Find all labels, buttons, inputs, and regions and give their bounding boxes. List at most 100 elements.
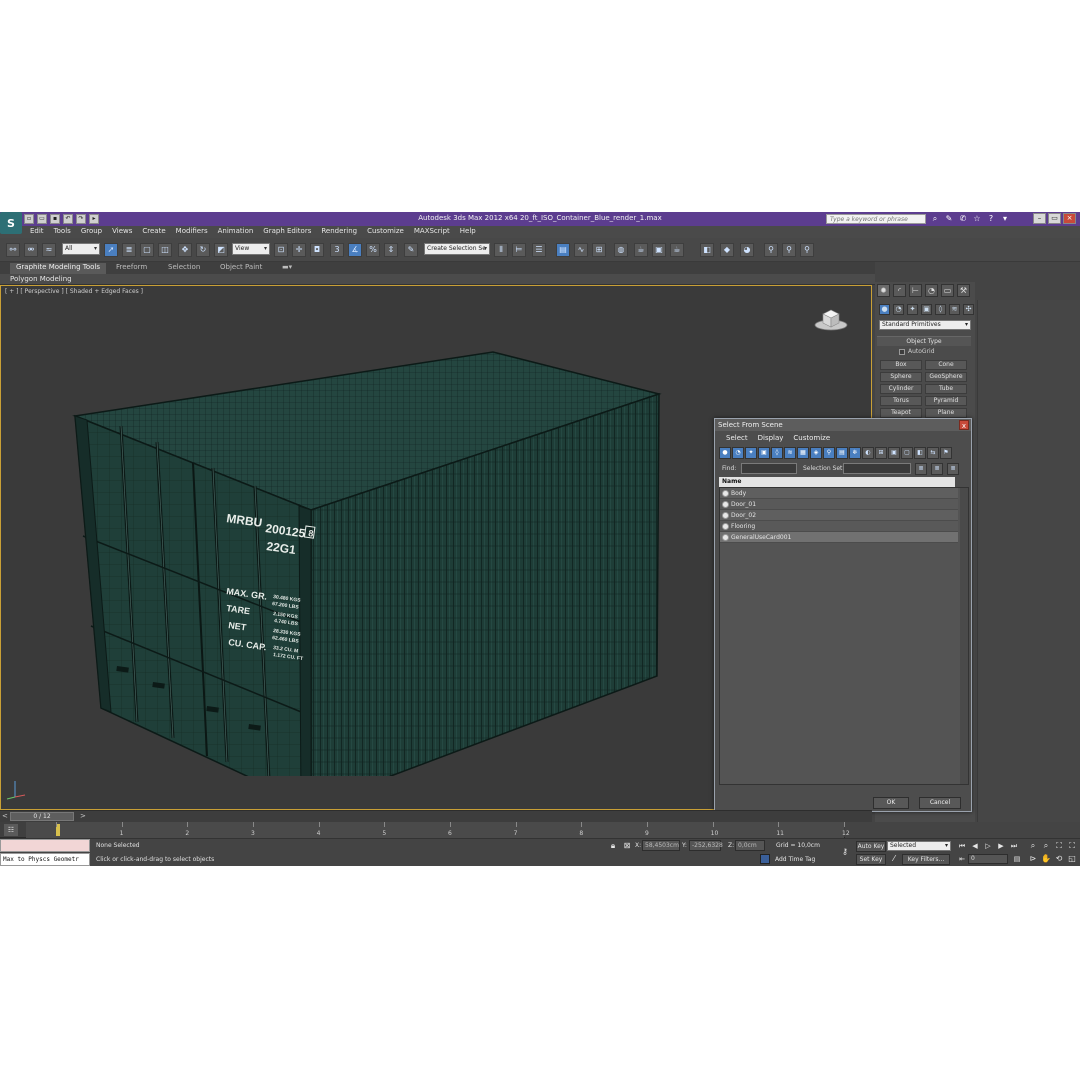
favorites-icon[interactable]: ☆	[972, 213, 982, 224]
key-pen-icon[interactable]: ⁄	[889, 854, 899, 864]
time-slider-prev-icon[interactable]: <	[2, 812, 8, 820]
menu-animation[interactable]: Animation	[218, 227, 254, 235]
filter-cameras-icon[interactable]: ▣	[758, 447, 770, 459]
search-input[interactable]: Type a keyword or phrase	[826, 214, 926, 224]
selection-set-select[interactable]	[843, 463, 911, 474]
viewcube-icon[interactable]	[813, 302, 849, 332]
menu-maxscript[interactable]: MAXScript	[414, 227, 450, 235]
percent-snap-icon[interactable]: %	[366, 243, 380, 257]
select-by-name-icon[interactable]: ≣	[122, 243, 136, 257]
primitive-type-select[interactable]: Standard Primitives	[879, 320, 971, 330]
shipping-container-model[interactable]: MRBU 200125 8 22G1 MAX. GR. TARE NET CU.…	[61, 336, 681, 776]
geometry-icon[interactable]: ●	[879, 304, 890, 315]
menu-modifiers[interactable]: Modifiers	[176, 227, 208, 235]
display-tab-icon[interactable]: ▭	[941, 284, 954, 297]
select-none-icon[interactable]: ▢	[901, 447, 913, 459]
current-frame-field[interactable]: 0	[968, 854, 1008, 864]
mirror-icon[interactable]: ⫴	[494, 243, 508, 257]
time-configuration-icon[interactable]: ▤	[1012, 854, 1022, 864]
maximize-viewport-icon[interactable]: ◱	[1067, 854, 1077, 864]
time-slider-next-icon[interactable]: >	[80, 812, 86, 820]
snaps-toggle-icon[interactable]: 3	[330, 243, 344, 257]
selection-set-edit-icon[interactable]: ≣	[915, 463, 927, 475]
viewport-label[interactable]: [ + ] [ Perspective ] [ Shaded + Edged F…	[5, 288, 143, 295]
create-tab-icon[interactable]: ✹	[877, 284, 890, 297]
field-of-view-icon[interactable]: ⊳	[1028, 854, 1038, 864]
object-type-rollout-title[interactable]: Object Type	[877, 336, 971, 346]
edit-named-selection-icon[interactable]: ✎	[404, 243, 418, 257]
box-button[interactable]: Box	[880, 360, 922, 370]
app-logo-icon[interactable]: S	[0, 212, 22, 234]
cameras-icon[interactable]: ▣	[921, 304, 932, 315]
select-all-icon[interactable]: ▣	[888, 447, 900, 459]
angle-snap-icon[interactable]: ∡	[348, 243, 362, 257]
z-coordinate-field[interactable]: 0,0cm	[735, 840, 765, 851]
plane-button[interactable]: Plane	[925, 408, 967, 418]
filter-bones-icon[interactable]: ⚲	[823, 447, 835, 459]
zoom-all-icon[interactable]: ⌕	[1041, 841, 1051, 851]
absolute-mode-icon[interactable]: ⊠	[622, 841, 632, 851]
minimize-icon[interactable]: –	[1033, 213, 1046, 224]
lock-selection-icon[interactable]: 🔒︎	[608, 841, 618, 851]
autogrid-check[interactable]	[899, 348, 905, 355]
menu-tools[interactable]: Tools	[54, 227, 71, 235]
set-key-mode-icon[interactable]: ⚷	[838, 847, 852, 857]
dialog-close-icon[interactable]: x	[959, 420, 969, 430]
extra-tool-3-icon[interactable]: ◕	[740, 243, 754, 257]
motion-tab-icon[interactable]: ◔	[925, 284, 938, 297]
zoom-extents-icon[interactable]: ⛶	[1054, 841, 1064, 851]
filter-geometry-icon[interactable]: ●	[719, 447, 731, 459]
rotate-icon[interactable]: ↻	[196, 243, 210, 257]
render-production-icon[interactable]: ☕	[670, 243, 684, 257]
extra-tool-4-icon[interactable]: ⚲	[764, 243, 778, 257]
ribbon-panel-label[interactable]: Polygon Modeling	[10, 275, 72, 283]
zoom-extents-all-icon[interactable]: ⛶	[1067, 841, 1077, 851]
spinner-snap-icon[interactable]: ⇕	[384, 243, 398, 257]
set-key-button[interactable]: Set Key	[856, 854, 886, 865]
scale-icon[interactable]: ◩	[214, 243, 228, 257]
cone-button[interactable]: Cone	[925, 360, 967, 370]
ok-button[interactable]: OK	[873, 797, 909, 809]
list-scrollbar[interactable]	[960, 488, 968, 784]
time-slider[interactable]: < 0 / 12 >	[0, 810, 872, 822]
material-editor-icon[interactable]: ◍	[614, 243, 628, 257]
unlink-icon[interactable]: ⚮	[24, 243, 38, 257]
name-column-header[interactable]: Name	[719, 477, 955, 487]
previous-frame-icon[interactable]: ◀	[970, 841, 980, 851]
mini-curve-editor-icon[interactable]: ☷	[4, 824, 18, 836]
filter-hidden-icon[interactable]: ◐	[862, 447, 874, 459]
reference-coordinate-select[interactable]: View	[232, 243, 270, 255]
rectangular-selection-icon[interactable]: ▢	[140, 243, 154, 257]
menu-rendering[interactable]: Rendering	[321, 227, 357, 235]
communication-center-icon[interactable]: ✆	[958, 213, 968, 224]
filter-frozen-icon[interactable]: ❄	[849, 447, 861, 459]
list-item-general-use-card[interactable]: GeneralUseCard001	[720, 532, 958, 543]
align-icon[interactable]: ⊨	[512, 243, 526, 257]
menu-graph-editors[interactable]: Graph Editors	[263, 227, 311, 235]
selection-set-remove-icon[interactable]: ≣	[947, 463, 959, 475]
list-item-door-02[interactable]: Door_02	[720, 510, 958, 521]
torus-button[interactable]: Torus	[880, 396, 922, 406]
cancel-button[interactable]: Cancel	[919, 797, 961, 809]
filter-helpers-icon[interactable]: ◊	[771, 447, 783, 459]
sphere-button[interactable]: Sphere	[880, 372, 922, 382]
select-invert-icon[interactable]: ◧	[914, 447, 926, 459]
pivot-center-icon[interactable]: ⊡	[274, 243, 288, 257]
named-selection-set-select[interactable]: Create Selection Se	[424, 243, 490, 255]
extra-tool-1-icon[interactable]: ◧	[700, 243, 714, 257]
sync-selection-icon[interactable]: ⇆	[927, 447, 939, 459]
curve-editor-icon[interactable]: ∿	[574, 243, 588, 257]
pan-icon[interactable]: ✋	[1041, 854, 1051, 864]
timeline-ruler[interactable]: 1 2 3 4 5 6 7 8 9 10 11 12	[26, 822, 850, 838]
help-dropdown-icon[interactable]: ▾	[1000, 213, 1010, 224]
tab-freeform[interactable]: Freeform	[116, 263, 147, 271]
render-setup-icon[interactable]: ☕	[634, 243, 648, 257]
schematic-view-icon[interactable]: ⊞	[592, 243, 606, 257]
list-item-door-01[interactable]: Door_01	[720, 499, 958, 510]
maxscript-listener-output[interactable]	[0, 839, 90, 852]
lights-icon[interactable]: ✦	[907, 304, 918, 315]
menu-help[interactable]: Help	[460, 227, 476, 235]
next-frame-icon[interactable]: ▶	[996, 841, 1006, 851]
select-manipulate-icon[interactable]: ✛	[292, 243, 306, 257]
menu-customize[interactable]: Customize	[367, 227, 404, 235]
